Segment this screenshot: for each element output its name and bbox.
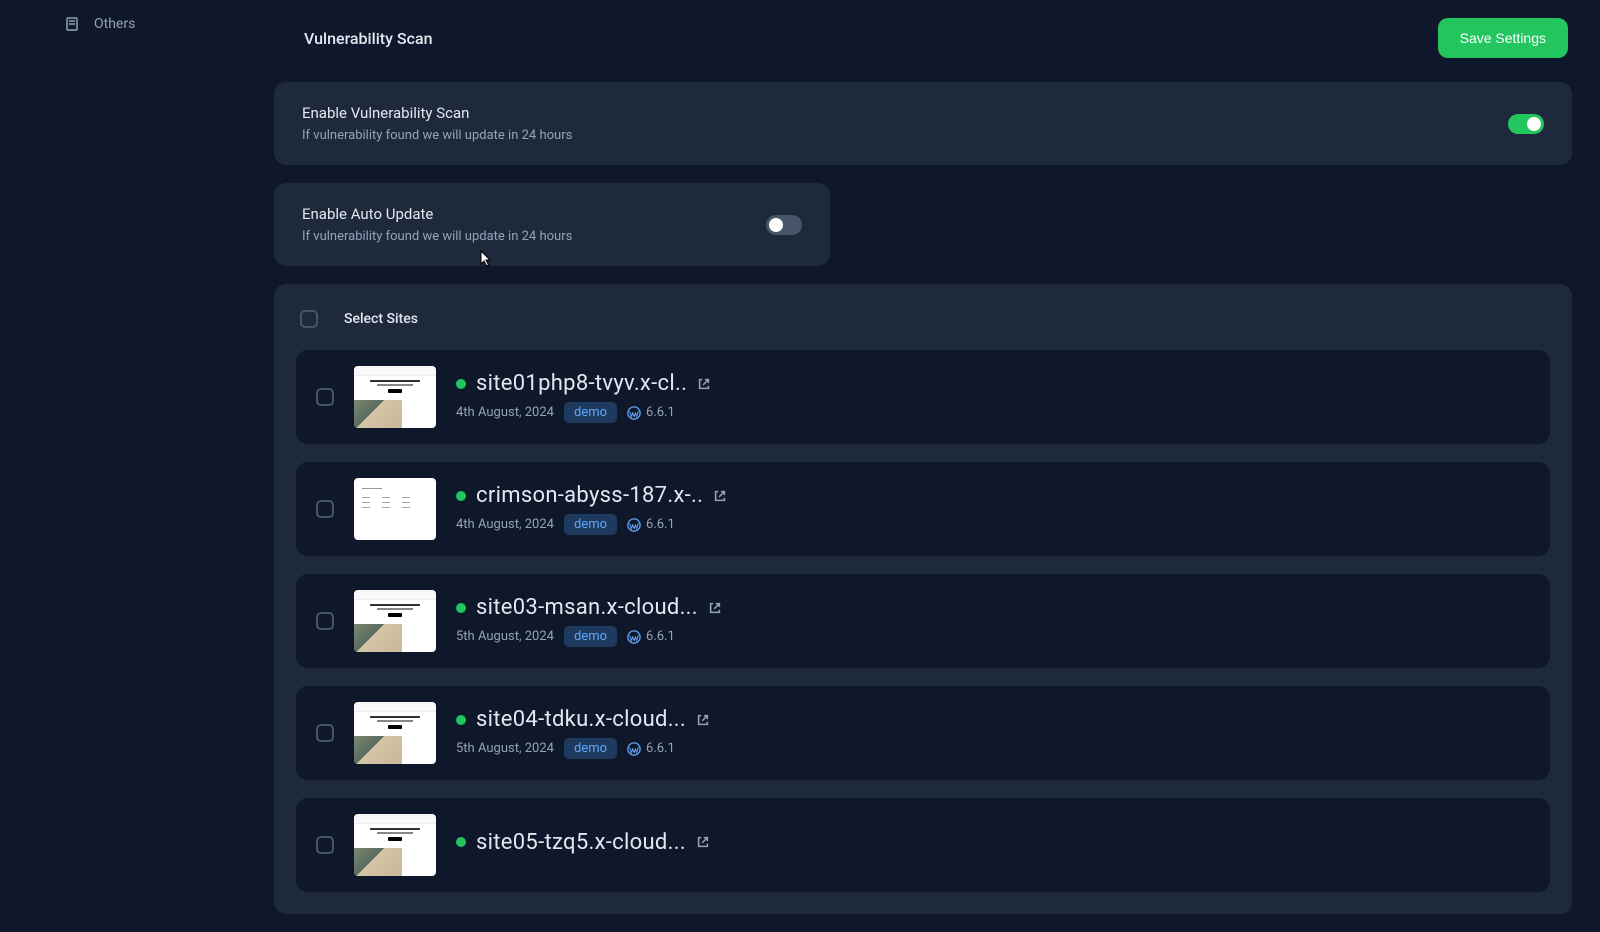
others-icon — [64, 16, 80, 32]
save-settings-button[interactable]: Save Settings — [1438, 18, 1568, 58]
site-checkbox[interactable] — [316, 612, 334, 630]
site-name: site04-tdku.x-cloud... — [476, 707, 686, 732]
site-thumbnail — [354, 702, 436, 764]
external-link-icon[interactable] — [696, 835, 710, 849]
site-date: 5th August, 2024 — [456, 629, 554, 644]
vuln-scan-label: Enable Vulnerability Scan — [302, 104, 572, 122]
auto-update-toggle[interactable] — [766, 215, 802, 235]
wordpress-icon — [627, 406, 641, 420]
status-dot — [456, 715, 466, 725]
site-date: 4th August, 2024 — [456, 517, 554, 532]
site-card: site04-tdku.x-cloud... 5th August, 2024 … — [296, 686, 1550, 780]
site-thumbnail — [354, 366, 436, 428]
sites-section: Select Sites site01php8-tvyv.x-cl.. — [274, 284, 1572, 914]
wordpress-icon — [627, 518, 641, 532]
site-checkbox[interactable] — [316, 724, 334, 742]
wordpress-icon — [627, 742, 641, 756]
status-dot — [456, 379, 466, 389]
site-card: site03-msan.x-cloud... 5th August, 2024 … — [296, 574, 1550, 668]
vuln-scan-setting: Enable Vulnerability Scan If vulnerabili… — [274, 82, 1572, 165]
sidebar-item-others[interactable]: Others — [40, 8, 246, 40]
vuln-scan-desc: If vulnerability found we will update in… — [302, 128, 572, 143]
status-dot — [456, 837, 466, 847]
site-name: site05-tzq5.x-cloud... — [476, 830, 686, 855]
site-card: crimson-abyss-187.x-.. 4th August, 2024 … — [296, 462, 1550, 556]
page-title: Vulnerability Scan — [278, 29, 433, 48]
site-name: site01php8-tvyv.x-cl.. — [476, 371, 687, 396]
auto-update-setting: Enable Auto Update If vulnerability foun… — [274, 183, 830, 266]
site-thumbnail — [354, 590, 436, 652]
site-name: crimson-abyss-187.x-.. — [476, 483, 703, 508]
site-card: site01php8-tvyv.x-cl.. 4th August, 2024 … — [296, 350, 1550, 444]
site-thumbnail — [354, 478, 436, 540]
status-dot — [456, 491, 466, 501]
wp-version: 6.6.1 — [627, 517, 675, 532]
site-checkbox[interactable] — [316, 388, 334, 406]
demo-badge: demo — [564, 626, 617, 647]
site-thumbnail — [354, 814, 436, 876]
site-checkbox[interactable] — [316, 836, 334, 854]
site-date: 5th August, 2024 — [456, 741, 554, 756]
wp-version: 6.6.1 — [627, 741, 675, 756]
wp-version: 6.6.1 — [627, 405, 675, 420]
select-all-checkbox[interactable] — [300, 310, 318, 328]
sidebar-item-label: Others — [94, 16, 135, 32]
demo-badge: demo — [564, 514, 617, 535]
site-date: 4th August, 2024 — [456, 405, 554, 420]
select-sites-label: Select Sites — [344, 311, 418, 327]
status-dot — [456, 603, 466, 613]
site-checkbox[interactable] — [316, 500, 334, 518]
site-name: site03-msan.x-cloud... — [476, 595, 698, 620]
external-link-icon[interactable] — [696, 713, 710, 727]
external-link-icon[interactable] — [708, 601, 722, 615]
demo-badge: demo — [564, 402, 617, 423]
wordpress-icon — [627, 630, 641, 644]
auto-update-desc: If vulnerability found we will update in… — [302, 229, 572, 244]
external-link-icon[interactable] — [697, 377, 711, 391]
auto-update-label: Enable Auto Update — [302, 205, 572, 223]
wp-version: 6.6.1 — [627, 629, 675, 644]
vuln-scan-toggle[interactable] — [1508, 114, 1544, 134]
external-link-icon[interactable] — [713, 489, 727, 503]
cursor-icon — [480, 250, 494, 268]
site-card: site05-tzq5.x-cloud... — [296, 798, 1550, 892]
demo-badge: demo — [564, 738, 617, 759]
